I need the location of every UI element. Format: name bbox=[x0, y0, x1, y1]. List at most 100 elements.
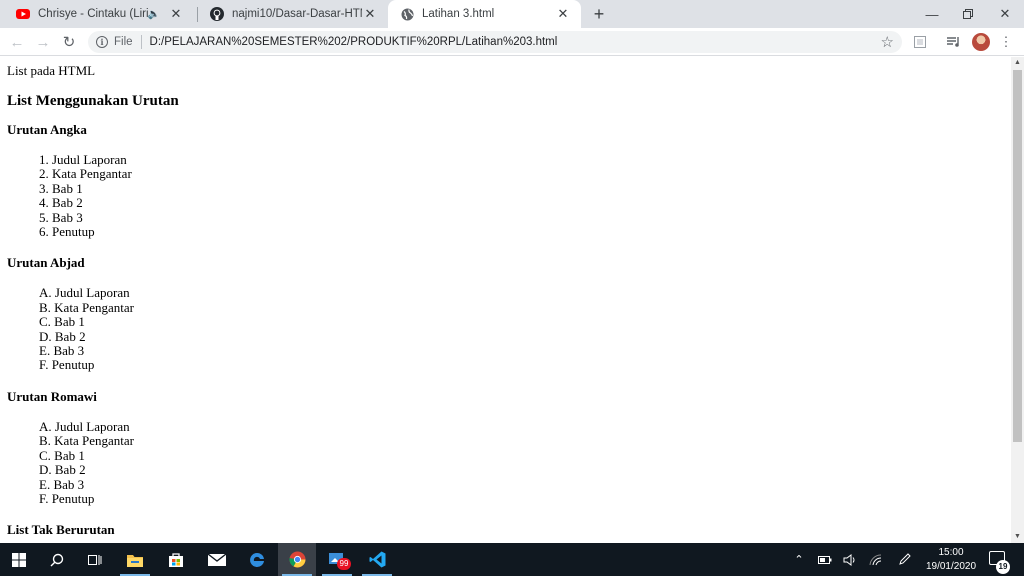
list-item-text: Judul Laporan bbox=[52, 152, 127, 167]
close-tab-icon[interactable]: ✕ bbox=[555, 6, 571, 22]
list-item-text: Bab 3 bbox=[53, 476, 85, 492]
pen-workspace-icon[interactable] bbox=[894, 543, 914, 576]
extension-icon[interactable] bbox=[910, 32, 930, 52]
list-marker: 1. bbox=[39, 152, 49, 167]
reload-button[interactable]: ↻ bbox=[59, 32, 79, 52]
list-marker: 6. bbox=[39, 224, 49, 240]
list-item-text: Judul Laporan bbox=[54, 418, 130, 434]
task-view-icon[interactable] bbox=[76, 543, 114, 576]
media-control-icon[interactable] bbox=[944, 32, 964, 52]
edge-browser-icon[interactable] bbox=[238, 543, 276, 576]
list-item-text: Penutup bbox=[51, 357, 95, 373]
close-tab-icon[interactable]: ✕ bbox=[168, 6, 184, 22]
vertical-scrollbar[interactable]: ▲ ▼ bbox=[1011, 57, 1024, 543]
info-icon[interactable]: i bbox=[96, 36, 108, 48]
file-chip: File bbox=[114, 36, 133, 48]
ordered-list-angka: 1. Judul Laporan 2. Kata Pengantar 3. Ba… bbox=[7, 152, 1011, 240]
list-item: A. Judul Laporan bbox=[39, 418, 1011, 434]
list-item: A. Judul Laporan bbox=[39, 286, 1011, 300]
menu-kebab-icon[interactable]: ⋮ bbox=[996, 32, 1016, 52]
chrome-icon[interactable] bbox=[278, 543, 316, 576]
url-text[interactable]: D:/PELAJARAN%20SEMESTER%202/PRODUKTIF%20… bbox=[150, 36, 558, 48]
list-item: 4. Bab 2 bbox=[39, 196, 1011, 210]
list-marker: B. bbox=[39, 433, 51, 449]
list-marker: E. bbox=[39, 476, 51, 492]
close-tab-icon[interactable]: ✕ bbox=[362, 6, 378, 22]
list-marker: A. bbox=[39, 418, 52, 434]
section-title-romawi: Urutan Romawi bbox=[7, 388, 97, 404]
profile-avatar[interactable] bbox=[972, 33, 990, 51]
list-item-text: Kata Pengantar bbox=[52, 166, 132, 182]
section-title-angka: Urutan Angka bbox=[7, 122, 87, 137]
bookmark-star-icon[interactable]: ☆ bbox=[881, 33, 894, 51]
list-item-text: Bab 1 bbox=[54, 447, 85, 463]
restore-button[interactable] bbox=[949, 0, 987, 28]
battery-icon[interactable] bbox=[815, 543, 835, 576]
search-icon[interactable] bbox=[38, 543, 76, 576]
notification-count-badge: 19 bbox=[996, 560, 1010, 574]
list-item: 3. Bab 1 bbox=[39, 180, 1011, 196]
list-item: D. Bab 2 bbox=[39, 462, 1011, 478]
list-marker: 2. bbox=[39, 166, 49, 182]
photos-app-icon[interactable]: 99 bbox=[318, 543, 356, 576]
list-item: 5. Bab 3 bbox=[39, 210, 1011, 225]
list-item-text: Bab 1 bbox=[52, 180, 83, 196]
file-explorer-icon[interactable] bbox=[116, 543, 154, 576]
start-windows-icon[interactable] bbox=[0, 543, 38, 576]
scroll-down-arrow-icon[interactable]: ▼ bbox=[1011, 531, 1024, 543]
scrollbar-thumb[interactable] bbox=[1013, 70, 1022, 442]
list-item: E. Bab 3 bbox=[39, 476, 1011, 492]
list-item: C. Bab 1 bbox=[39, 315, 1011, 329]
store-icon[interactable] bbox=[157, 543, 195, 576]
tab-title: Latihan 3.html bbox=[422, 8, 495, 20]
github-icon bbox=[210, 7, 224, 21]
tab-github[interactable]: najmi10/Dasar-Dasar-HTML ✕ bbox=[198, 0, 388, 28]
scroll-up-arrow-icon[interactable]: ▲ bbox=[1011, 57, 1024, 69]
intro-text: List pada HTML bbox=[7, 63, 96, 78]
section-title-abjad: Urutan Abjad bbox=[7, 255, 85, 271]
list-item-text: Bab 3 bbox=[53, 343, 85, 359]
forward-button[interactable]: → bbox=[33, 32, 53, 52]
section-title-tak-berurutan: List Tak Berurutan bbox=[7, 522, 115, 538]
list-item: F. Penutup bbox=[39, 490, 1011, 506]
mail-badge: 99 bbox=[337, 558, 351, 570]
list-item-text: Judul Laporan bbox=[54, 285, 130, 301]
list-item: 2. Kata Pengantar bbox=[39, 167, 1011, 181]
list-item: D. Bab 2 bbox=[39, 328, 1011, 344]
wifi-icon[interactable] bbox=[866, 543, 886, 576]
chevron-up-icon[interactable]: ⌃ bbox=[790, 543, 808, 576]
minimize-button[interactable]: — bbox=[913, 0, 951, 28]
list-marker: B. bbox=[39, 299, 51, 315]
list-item: B. Kata Pengantar bbox=[39, 299, 1011, 315]
clock-date: 19/01/2020 bbox=[925, 561, 977, 572]
tab-strip: Chrisye - Cintaku (Lirik & Ak 🔈 ✕ najmi1… bbox=[0, 0, 1024, 28]
volume-icon[interactable] bbox=[840, 543, 860, 576]
list-item: 1. Judul Laporan bbox=[39, 152, 1011, 167]
address-bar[interactable]: i File D:/PELAJARAN%20SEMESTER%202/PRODU… bbox=[88, 31, 902, 53]
back-button[interactable]: ← bbox=[7, 32, 27, 52]
list-marker: C. bbox=[39, 447, 51, 463]
speaker-icon[interactable]: 🔈 bbox=[148, 9, 160, 20]
mail-icon[interactable] bbox=[198, 543, 236, 576]
taskbar-clock[interactable]: 15:00 19/01/2020 bbox=[918, 546, 984, 574]
list-item-text: Bab 2 bbox=[54, 462, 86, 478]
vscode-icon[interactable] bbox=[358, 543, 396, 576]
list-item-text: Kata Pengantar bbox=[54, 299, 134, 315]
windows-taskbar: 99 ⌃ 15:00 19/01/2020 19 bbox=[0, 543, 1024, 576]
list-marker: C. bbox=[39, 314, 51, 330]
tab-youtube[interactable]: Chrisye - Cintaku (Lirik & Ak 🔈 ✕ bbox=[4, 0, 194, 28]
page-content: List pada HTML List Menggunakan Urutan U… bbox=[0, 57, 1011, 543]
list-marker: 4. bbox=[39, 195, 49, 211]
list-item: F. Penutup bbox=[39, 358, 1011, 372]
list-item-text: Bab 2 bbox=[54, 328, 86, 344]
tab-title: Chrisye - Cintaku (Lirik & Ak bbox=[38, 8, 148, 20]
new-tab-button[interactable]: + bbox=[589, 4, 609, 24]
ordered-list-romawi: A. Judul Laporan B. Kata Pengantar C. Ba… bbox=[7, 418, 1011, 506]
list-item-text: Penutup bbox=[51, 490, 95, 506]
list-item: 6. Penutup bbox=[39, 224, 1011, 240]
list-marker: E. bbox=[39, 343, 51, 359]
list-marker: F. bbox=[39, 490, 49, 506]
page-heading: List Menggunakan Urutan bbox=[7, 93, 179, 109]
tab-latihan[interactable]: Latihan 3.html ✕ bbox=[388, 0, 581, 28]
close-window-button[interactable]: ✕ bbox=[986, 0, 1024, 28]
